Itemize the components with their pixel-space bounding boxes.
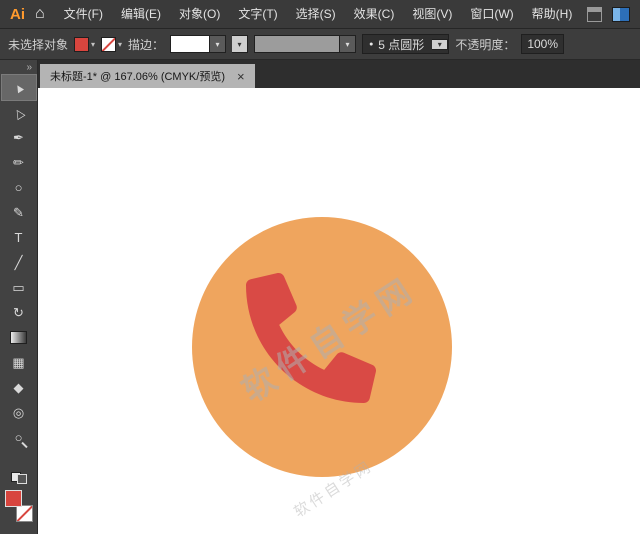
gradient-icon (10, 331, 27, 344)
menu-edit[interactable]: 编辑(E) (112, 0, 170, 28)
curvature-tool[interactable]: ✏ (2, 150, 36, 175)
opacity-label: 不透明度： (455, 36, 515, 53)
fill-swatch[interactable] (5, 490, 22, 507)
paintbrush-icon: ✎ (13, 206, 24, 219)
caret-down-icon[interactable]: ▾ (210, 35, 226, 53)
selection-tool[interactable]: ▲ (2, 75, 36, 100)
caret-down-icon[interactable]: ▾ (232, 35, 248, 53)
zoom-icon: ○ (15, 431, 23, 444)
fill-color-control[interactable]: ▾ (74, 37, 95, 52)
width-profile-preview (254, 35, 340, 53)
home-icon[interactable]: ⌂ (35, 5, 45, 23)
fill-color-swatch[interactable] (74, 37, 89, 52)
fill-stroke-indicator[interactable] (5, 490, 33, 522)
menu-effect[interactable]: 效果(C) (345, 0, 404, 28)
blend-icon: ◎ (13, 406, 24, 419)
brush-select[interactable]: ● 5 点圆形 ▾ (362, 34, 449, 54)
illustrator-window: Ai ⌂ 文件(F) 编辑(E) 对象(O) 文字(T) 选择(S) 效果(C)… (0, 0, 640, 534)
eyedropper-icon: ◆ (14, 381, 24, 394)
caret-down-icon[interactable]: ▾ (118, 40, 122, 49)
caret-down-icon[interactable]: ▾ (91, 40, 95, 49)
direct-selection-tool[interactable]: △ (2, 100, 36, 125)
menu-help[interactable]: 帮助(H) (523, 0, 582, 28)
gradient-tool[interactable] (2, 325, 36, 350)
stroke-swatch[interactable] (16, 505, 33, 522)
caret-down-icon[interactable]: ▾ (432, 39, 448, 50)
ellipse-icon: ○ (15, 181, 23, 194)
menu-window[interactable]: 窗口(W) (461, 0, 522, 28)
line-tool[interactable]: ╱ (2, 250, 36, 275)
curvature-icon: ✏ (13, 156, 24, 169)
menubar-right-icons (587, 7, 634, 22)
stroke-color-swatch[interactable] (101, 37, 116, 52)
caret-down-icon[interactable]: ▾ (340, 35, 356, 53)
default-fill-stroke-icon[interactable] (11, 472, 27, 484)
zoom-tool[interactable]: ○ (2, 425, 36, 450)
opacity-value[interactable]: 100% (521, 34, 564, 54)
stroke-weight-select[interactable]: ▾ (170, 35, 226, 53)
mesh-tool[interactable]: ▦ (2, 350, 36, 375)
rectangle-icon: ▭ (12, 281, 24, 294)
menu-bar: Ai ⌂ 文件(F) 编辑(E) 对象(O) 文字(T) 选择(S) 效果(C)… (0, 0, 640, 29)
document-tab-bar: 未标题-1* @ 167.06% (CMYK/预览) × (38, 60, 640, 88)
phone-icon-path (246, 273, 376, 403)
brush-preview-icon: ● (369, 41, 373, 48)
menu-file[interactable]: 文件(F) (55, 0, 112, 28)
direct-selection-icon: △ (11, 105, 25, 120)
mesh-icon: ▦ (12, 356, 24, 369)
eyedropper-tool[interactable]: ◆ (2, 375, 36, 400)
pen-icon: ✒ (13, 131, 24, 144)
menu-select[interactable]: 选择(S) (287, 0, 345, 28)
paintbrush-tool[interactable]: ✎ (2, 200, 36, 225)
document-tab-title: 未标题-1* @ 167.06% (CMYK/预览) (50, 68, 225, 84)
rotate-icon: ↻ (13, 306, 24, 319)
control-bar: 未选择对象 ▾ ▾ 描边： ▾ ▾ ▾ ● 5 点圆形 ▾ 不透明度： 100% (0, 29, 640, 60)
blend-tool[interactable]: ◎ (2, 400, 36, 425)
canvas[interactable]: 软件自学网 软件自学网 (38, 88, 640, 534)
type-tool[interactable]: T (2, 225, 36, 250)
selection-icon: ▲ (10, 79, 26, 95)
menu-type[interactable]: 文字(T) (229, 0, 286, 28)
pen-tool[interactable]: ✒ (2, 125, 36, 150)
ellipse-tool[interactable]: ○ (2, 175, 36, 200)
menu-object[interactable]: 对象(O) (170, 0, 229, 28)
app-logo: Ai (10, 6, 25, 23)
rectangle-tool[interactable]: ▭ (2, 275, 36, 300)
arrange-documents-icon[interactable] (587, 7, 602, 22)
close-icon[interactable]: × (237, 70, 245, 83)
phone-icon[interactable] (246, 273, 376, 403)
tools-panel: » ▲ △ ✒ ✏ ○ ✎ T ╱ ▭ ↻ ▦ ◆ ◎ ○ (0, 60, 38, 534)
workspace-switcher-icon[interactable] (612, 7, 630, 22)
collapse-panel-icon[interactable]: » (26, 62, 32, 73)
stroke-label: 描边： (128, 36, 164, 53)
type-icon: T (15, 231, 23, 244)
line-icon: ╱ (15, 256, 23, 269)
stroke-weight-value[interactable] (170, 35, 210, 53)
no-selection-label: 未选择对象 (8, 36, 68, 53)
document-tab[interactable]: 未标题-1* @ 167.06% (CMYK/预览) × (40, 64, 255, 88)
rotate-tool[interactable]: ↻ (2, 300, 36, 325)
menu-view[interactable]: 视图(V) (403, 0, 461, 28)
variable-width-select[interactable]: ▾ (232, 35, 248, 53)
width-profile-select[interactable]: ▾ (254, 35, 356, 53)
document-area: 未标题-1* @ 167.06% (CMYK/预览) × 软件自学网 软件自学网 (38, 60, 640, 534)
stroke-color-control[interactable]: ▾ (101, 37, 122, 52)
brush-name: 5 点圆形 (378, 36, 424, 53)
